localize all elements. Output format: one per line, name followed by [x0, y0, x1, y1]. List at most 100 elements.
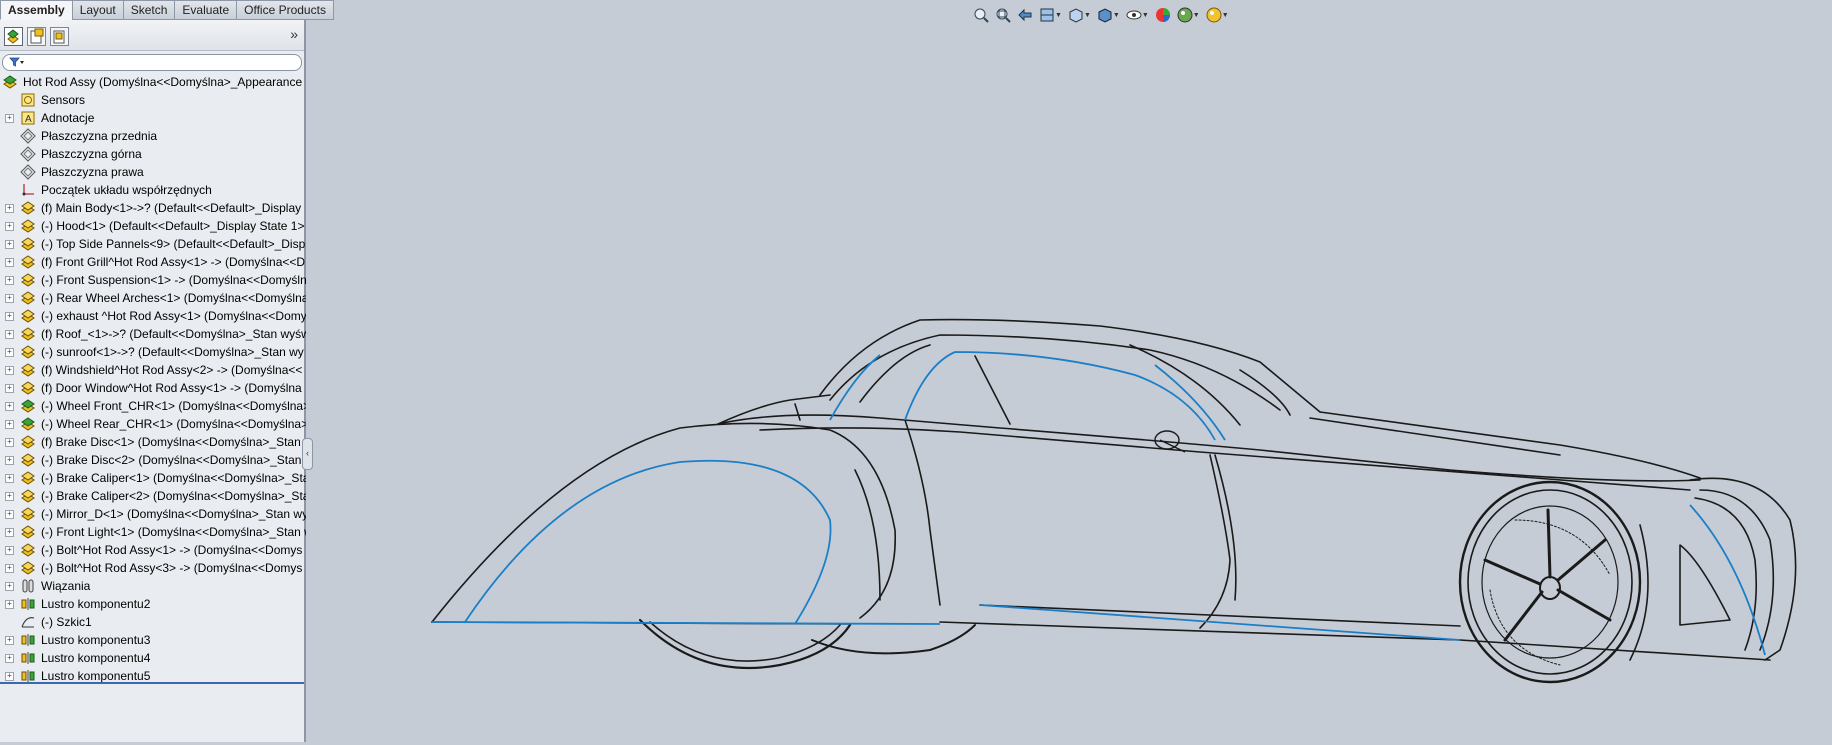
tree-item[interactable]: + (f) Door Window^Hot Rod Assy<1> -> (Dom… — [0, 379, 306, 397]
tree-item[interactable]: + A Adnotacje — [0, 109, 306, 127]
tree-item[interactable]: + (-) Front Light<1> (Domyślna<<Domyślna>… — [0, 523, 306, 541]
expand-plus-icon[interactable]: + — [5, 348, 14, 357]
tree-item[interactable]: + (-) Brake Disc<2> (Domyślna<<Domyślna>_… — [0, 451, 306, 469]
tree-item-label: (-) Szkic1 — [41, 615, 92, 629]
expand-plus-icon[interactable]: + — [5, 420, 14, 429]
expand-plus-icon[interactable]: + — [5, 474, 14, 483]
plane-icon — [20, 146, 36, 162]
expand-plus-icon[interactable]: + — [5, 546, 14, 555]
expand-plus-icon[interactable]: + — [5, 366, 14, 375]
expand-plus-icon[interactable]: + — [5, 654, 14, 663]
expand-plus-icon[interactable]: + — [5, 330, 14, 339]
tree-item[interactable]: Sensors — [0, 91, 306, 109]
tree-item[interactable]: + (-) sunroof<1>->? (Default<<Domyślna>_S… — [0, 343, 306, 361]
expand-plus-icon[interactable]: + — [5, 312, 14, 321]
expand-plus-icon[interactable]: + — [5, 204, 14, 213]
command-tab-assembly[interactable]: Assembly — [0, 0, 73, 20]
command-tab-evaluate[interactable]: Evaluate — [174, 0, 238, 20]
command-tab-sketch[interactable]: Sketch — [122, 0, 176, 20]
tree-item[interactable]: + (-) Bolt^Hot Rod Assy<1> -> (Domyślna<<… — [0, 541, 306, 559]
expand-panel-chevron-icon[interactable]: » — [290, 26, 298, 42]
tree-item[interactable]: + (-) Mirror_D<1> (Domyślna<<Domyślna>_St… — [0, 505, 306, 523]
tree-item[interactable]: + (-) Rear Wheel Arches<1> (Domyślna<<Dom… — [0, 289, 306, 307]
mirror-component-icon — [21, 598, 35, 610]
expand-plus-icon[interactable]: + — [5, 276, 14, 285]
tree-filter-input[interactable] — [2, 54, 302, 71]
expand-plus-icon[interactable]: + — [5, 402, 14, 411]
mirror-component-icon — [21, 652, 35, 664]
subassembly-icon — [21, 435, 35, 449]
tree-item-label: (-) Front Suspension<1> -> (Domyślna<<Do… — [41, 273, 306, 287]
expand-plus-icon[interactable]: + — [5, 240, 14, 249]
tree-item[interactable]: + (f) Roof_<1>->? (Default<<Domyślna>_Sta… — [0, 325, 306, 343]
tree-item[interactable]: + Lustro komponentu2 — [0, 595, 306, 613]
expand-plus-icon[interactable]: + — [5, 456, 14, 465]
command-manager-tabs: Assembly Layout Sketch Evaluate Office Produ… — [0, 0, 334, 20]
wheel-assembly-icon — [21, 417, 35, 431]
property-manager-tab-icon[interactable] — [27, 27, 46, 46]
body-shoulder-line — [717, 414, 1701, 482]
configuration-manager-tab-icon[interactable] — [50, 27, 69, 46]
feature-manager-tab-icon[interactable] — [4, 27, 23, 46]
graphics-area[interactable] — [310, 20, 1832, 742]
command-tab-layout[interactable]: Layout — [71, 0, 124, 20]
tree-item[interactable]: + (-) Top Side Pannels<9> (Default<<Defau… — [0, 235, 306, 253]
mirror-component-icon — [21, 634, 35, 646]
tree-root-assembly[interactable]: Hot Rod Assy (Domyślna<<Domyślna>_Appear… — [0, 73, 306, 91]
tree-item[interactable]: Płaszczyzna przednia — [0, 127, 306, 145]
tree-item-label: (-) Wheel Front_CHR<1> (Domyślna<<Domyśl… — [41, 399, 306, 413]
expand-plus-icon[interactable]: + — [5, 564, 14, 573]
tree-item[interactable]: + (-) Hood<1> (Default<<Default>_Display … — [0, 217, 306, 235]
tree-item[interactable]: + (-) Front Suspension<1> -> (Domyślna<<D… — [0, 271, 306, 289]
expand-plus-icon[interactable]: + — [5, 582, 14, 591]
expand-plus-icon[interactable]: + — [5, 636, 14, 645]
subassembly-icon — [21, 363, 35, 377]
tree-item[interactable]: + (f) Front Grill^Hot Rod Assy<1> -> (Dom… — [0, 253, 306, 271]
tree-item[interactable]: + (-) exhaust ^Hot Rod Assy<1> (Domyślna<… — [0, 307, 306, 325]
expand-plus-icon[interactable]: + — [5, 294, 14, 303]
tree-item[interactable]: + (f) Main Body<1>->? (Default<<Default>_… — [0, 199, 306, 217]
expand-plus-icon[interactable]: + — [5, 438, 14, 447]
tree-item[interactable]: + Wiązania — [0, 577, 306, 595]
subassembly-icon — [21, 489, 35, 503]
subassembly-icon — [21, 201, 35, 215]
tree-item[interactable]: Początek układu współrzędnych — [0, 181, 306, 199]
expand-plus-icon[interactable]: + — [5, 222, 14, 231]
tree-item[interactable]: + (-) Wheel Rear_CHR<1> (Domyślna<<Domyśl… — [0, 415, 306, 433]
tree-item[interactable]: + (f) Brake Disc<1> (Domyślna<<Domyślna>_… — [0, 433, 306, 451]
tree-item[interactable]: + (-) Wheel Front_CHR<1> (Domyślna<<Domyś… — [0, 397, 306, 415]
tree-item-label: (-) Rear Wheel Arches<1> (Domyślna<<Domy… — [41, 291, 306, 305]
expand-plus-icon[interactable]: + — [5, 384, 14, 393]
tree-item[interactable]: + (f) Windshield^Hot Rod Assy<2> -> (Domy… — [0, 361, 306, 379]
tree-item[interactable]: + (-) Brake Caliper<1> (Domyślna<<Domyśln… — [0, 469, 306, 487]
tree-item-label: Lustro komponentu3 — [41, 633, 151, 647]
origin-icon — [22, 184, 34, 196]
tree-item-label: (f) Roof_<1>->? (Default<<Domyślna>_Stan… — [41, 327, 306, 341]
command-tab-office-products[interactable]: Office Products — [236, 0, 334, 20]
tree-item-label: (-) Brake Caliper<1> (Domyślna<<Domyślna… — [41, 471, 306, 485]
tree-item-label: Hot Rod Assy (Domyślna<<Domyślna>_Appear… — [23, 75, 306, 89]
subassembly-icon — [21, 453, 35, 467]
tree-item[interactable]: + (-) Bolt^Hot Rod Assy<3> -> (Domyślna<<… — [0, 559, 306, 577]
expand-plus-icon[interactable]: + — [5, 114, 14, 123]
subassembly-icon — [21, 309, 35, 323]
expand-plus-icon[interactable]: + — [5, 258, 14, 267]
tree-item[interactable]: + Lustro komponentu4 — [0, 649, 306, 667]
subassembly-icon — [21, 237, 35, 251]
expand-plus-icon[interactable]: + — [5, 492, 14, 501]
expand-plus-icon[interactable]: + — [5, 510, 14, 519]
tree-item-label: (f) Front Grill^Hot Rod Assy<1> -> (Domy… — [41, 255, 306, 269]
tree-item[interactable]: Płaszczyzna górna — [0, 145, 306, 163]
feature-manager-panel: » Hot Rod Assy (Domyślna<<Domyślna>_Appe… — [0, 20, 306, 742]
subassembly-icon — [21, 219, 35, 233]
expand-plus-icon[interactable]: + — [5, 600, 14, 609]
tree-item[interactable]: + (-) Brake Caliper<2> (Domyślna<<Domyśln… — [0, 487, 306, 505]
wheel-assembly-icon — [21, 399, 35, 413]
expand-plus-icon[interactable]: + — [5, 672, 14, 681]
tree-item[interactable]: (-) Szkic1 — [0, 613, 306, 631]
expand-plus-icon[interactable]: + — [5, 528, 14, 537]
tree-item[interactable]: Płaszczyzna prawa — [0, 163, 306, 181]
roof-line — [819, 318, 1321, 413]
tree-item-label: (f) Door Window^Hot Rod Assy<1> -> (Domy… — [41, 381, 302, 395]
tree-item[interactable]: + Lustro komponentu3 — [0, 631, 306, 649]
